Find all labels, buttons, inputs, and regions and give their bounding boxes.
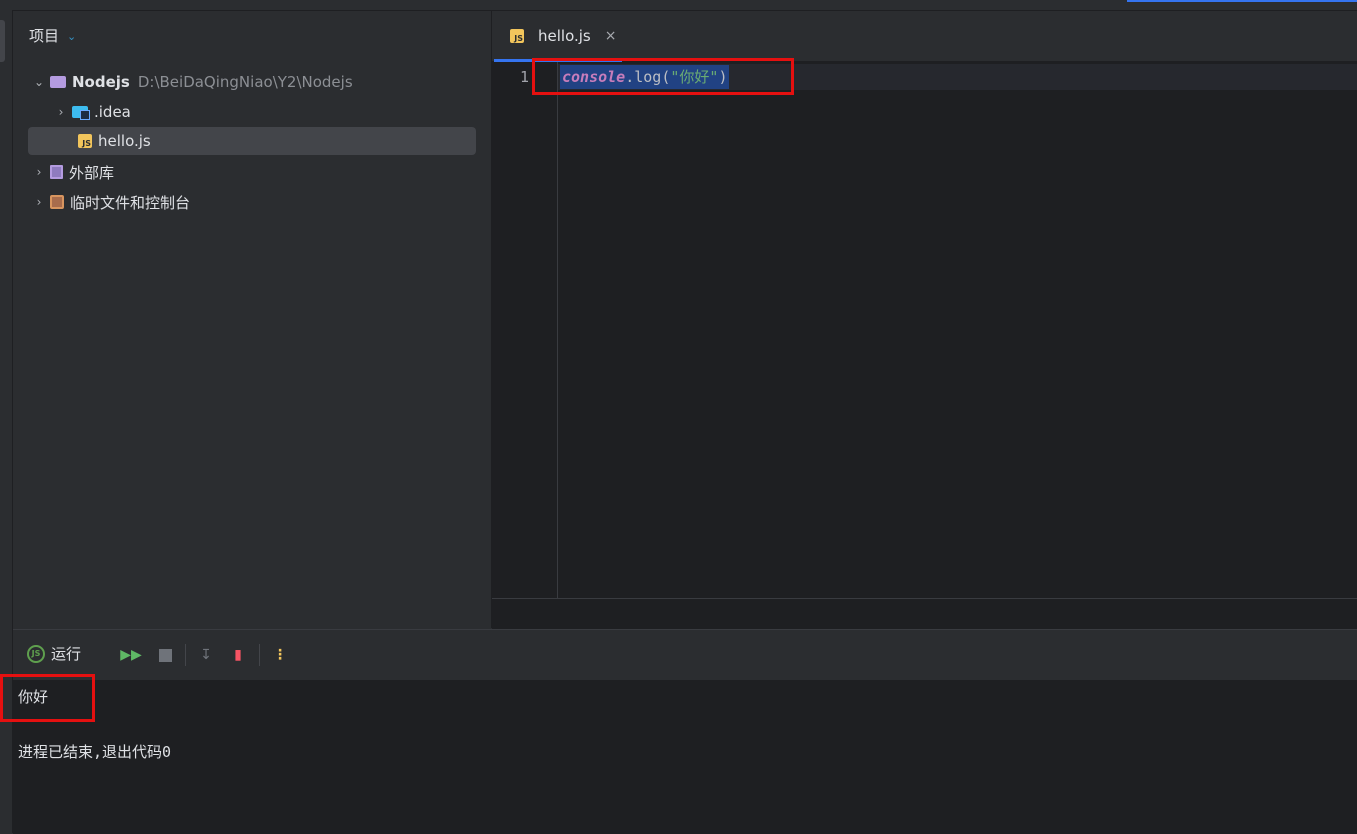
- tree-item-label: 临时文件和控制台: [70, 193, 191, 212]
- highlight-box-code: [532, 58, 794, 95]
- line-number: 1: [519, 68, 529, 86]
- scratch-icon: [50, 195, 64, 209]
- collapse-arrow-icon[interactable]: ›: [50, 105, 72, 119]
- project-panel-header[interactable]: 项目 ⌄: [29, 25, 76, 46]
- line-number-gutter: 1: [492, 62, 558, 598]
- close-icon[interactable]: ×: [605, 28, 617, 44]
- tree-item-external-libraries[interactable]: › 外部库: [28, 158, 114, 186]
- project-tool-tab[interactable]: [0, 20, 5, 62]
- collapse-arrow-icon[interactable]: ›: [28, 165, 50, 179]
- tab-hello-js[interactable]: JS hello.js ×: [492, 11, 622, 62]
- more-options-icon[interactable]: ⋮: [269, 644, 291, 666]
- console-line: 进程已结束,退出代码0: [18, 743, 172, 761]
- chevron-down-icon[interactable]: ⌄: [67, 30, 76, 43]
- collapse-arrow-icon[interactable]: ›: [28, 195, 50, 209]
- tree-item-label: Nodejs: [72, 73, 130, 91]
- js-file-icon: JS: [510, 29, 524, 43]
- project-panel-title: 项目: [29, 27, 60, 45]
- console-output[interactable]: 你好 进程已结束,退出代码0: [13, 680, 1357, 834]
- tree-item-idea[interactable]: › .idea: [50, 98, 131, 126]
- stop-icon[interactable]: [154, 644, 176, 666]
- nodejs-icon: JS: [27, 644, 45, 663]
- run-title-label: 运行: [51, 645, 82, 663]
- tree-item-hello-js[interactable]: JS hello.js: [28, 127, 476, 155]
- idea-folder-icon: [72, 106, 90, 120]
- expand-arrow-icon[interactable]: ⌄: [28, 75, 50, 89]
- run-panel-title[interactable]: JS 运行: [27, 643, 81, 664]
- tree-item-nodejs[interactable]: ⌄ Nodejs D:\BeiDaQingNiao\Y2\Nodejs: [28, 68, 353, 96]
- library-icon: [50, 165, 63, 179]
- toolbar-divider: [259, 644, 260, 666]
- scroll-to-end-icon[interactable]: ↧: [195, 644, 217, 666]
- tree-item-scratches[interactable]: › 临时文件和控制台: [28, 188, 190, 216]
- tab-label: hello.js: [538, 27, 591, 45]
- tree-item-path: D:\BeiDaQingNiao\Y2\Nodejs: [137, 73, 353, 91]
- toolbar-divider: [185, 644, 186, 666]
- title-bar: [0, 0, 1357, 11]
- title-bar-accent: [1127, 0, 1357, 2]
- run-toolbar: JS 运行 ▶▶ ↧ ▮ ⋮: [13, 630, 1357, 680]
- highlight-box-output: [0, 674, 95, 722]
- editor-area: JS hello.js × 1 console.log("你好"): [492, 11, 1357, 629]
- run-panel: JS 运行 ▶▶ ↧ ▮ ⋮ 你好 进程已结束,退出代码0: [13, 629, 1357, 834]
- tree-item-label: 外部库: [69, 163, 115, 182]
- tree-item-label: .idea: [94, 103, 131, 121]
- tree-item-label: hello.js: [98, 132, 151, 150]
- js-file-icon: JS: [78, 134, 92, 148]
- rerun-icon[interactable]: ▶▶: [120, 644, 142, 666]
- editor-bottom-edge: [492, 598, 1357, 629]
- editor-tab-bar: JS hello.js ×: [492, 11, 1357, 62]
- code-area[interactable]: console.log("你好"): [558, 62, 1357, 598]
- trash-icon[interactable]: ▮: [227, 644, 249, 666]
- folder-icon: [50, 76, 66, 88]
- project-panel: 项目 ⌄ ⌄ Nodejs D:\BeiDaQingNiao\Y2\Nodejs…: [13, 11, 492, 628]
